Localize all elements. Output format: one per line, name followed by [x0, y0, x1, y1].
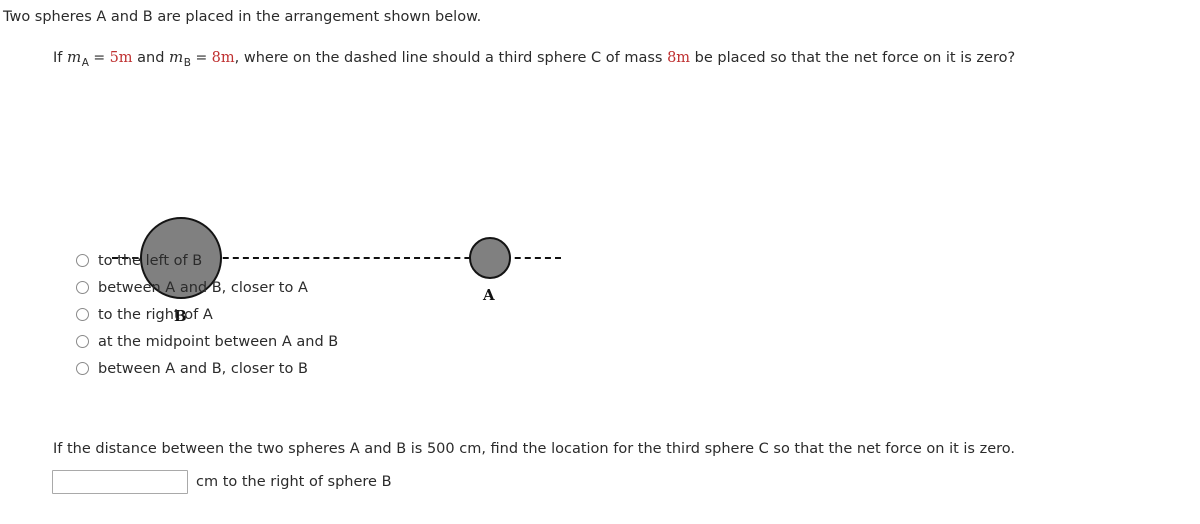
option-label-0: to the left of B	[98, 252, 203, 269]
option-row-1[interactable]: between A and B, closer to A	[76, 274, 596, 301]
option-row-4[interactable]: between A and B, closer to B	[76, 355, 596, 382]
question-prefix: If	[53, 50, 67, 66]
option-label-1: between A and B, closer to A	[98, 279, 308, 296]
bottom-question-text: If the distance between the two spheres …	[53, 441, 1015, 457]
option-row-2[interactable]: to the right of A	[76, 301, 596, 328]
equals-sign-b: =	[191, 50, 212, 66]
option-label-2: to the right of A	[98, 306, 213, 323]
question-text: If mA = 5m and mB = 8m, where on the das…	[53, 47, 1015, 73]
answer-unit-label: cm to the right of sphere B	[196, 474, 392, 490]
radio-icon-4[interactable]	[76, 362, 89, 375]
answer-options-group: to the left of B between A and B, closer…	[76, 247, 596, 382]
radio-icon-1[interactable]	[76, 281, 89, 294]
question-tail: be placed so that the net force on it is…	[690, 50, 1016, 66]
mass-a-subscript: A	[81, 57, 89, 69]
question-suffix: , where on the dashed line should a thir…	[234, 50, 668, 66]
intro-text: Two spheres A and B are placed in the ar…	[3, 9, 482, 25]
radio-icon-0[interactable]	[76, 254, 89, 267]
option-label-3: at the midpoint between A and B	[98, 333, 339, 350]
mass-b-symbol: m	[169, 48, 184, 66]
radio-icon-3[interactable]	[76, 335, 89, 348]
mass-c-value: 8m	[667, 50, 691, 66]
equals-sign-a: =	[88, 50, 110, 66]
question-middle: and	[132, 50, 170, 66]
radio-icon-2[interactable]	[76, 308, 89, 321]
option-label-4: between A and B, closer to B	[98, 360, 308, 377]
answer-input[interactable]	[52, 470, 188, 494]
option-row-3[interactable]: at the midpoint between A and B	[76, 328, 596, 355]
answer-entry-row: cm to the right of sphere B	[52, 470, 392, 494]
mass-a-value: 5m	[109, 50, 133, 66]
option-row-0[interactable]: to the left of B	[76, 247, 596, 274]
mass-b-subscript: B	[183, 57, 191, 69]
mass-b-value: 8m	[211, 50, 235, 66]
mass-a-symbol: m	[67, 48, 82, 66]
spheres-diagram: B A	[0, 96, 620, 325]
